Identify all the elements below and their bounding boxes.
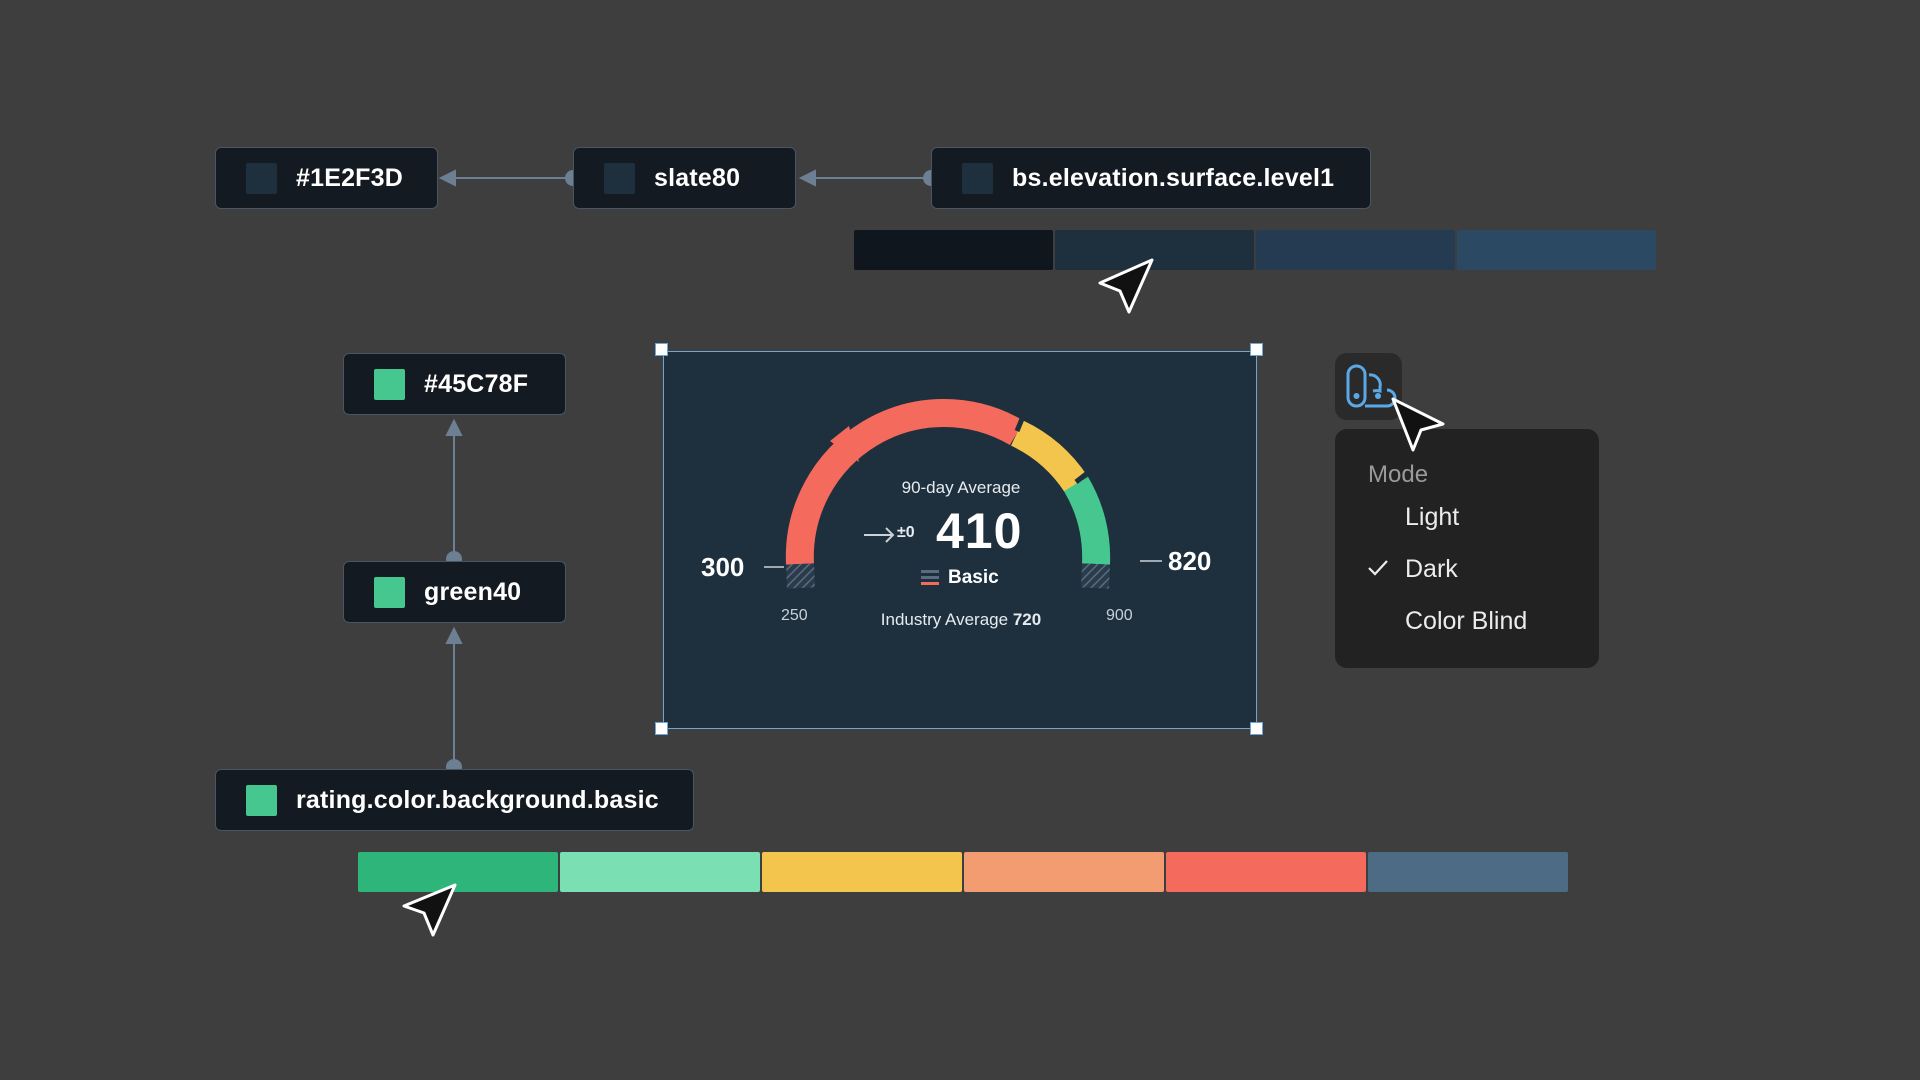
token-hex-green[interactable]: #45C78F [343,353,566,415]
ramp-swatch[interactable] [1457,230,1656,270]
gauge-low-tick: 250 [781,607,808,624]
mode-menu: Mode Light Dark Color Blind [1335,429,1599,668]
ramp-swatch[interactable] [560,852,760,892]
gauge-arc-hatch-left [786,563,815,589]
token-elevation[interactable]: bs.elevation.surface.level1 [931,147,1371,209]
check-icon [1368,560,1388,576]
menu-item-light[interactable]: Light [1405,503,1459,532]
gauge-label: 90-day Average [901,478,1021,497]
gauge-arc-green [1063,476,1111,565]
ramp-swatch[interactable] [1368,852,1568,892]
gauge-arc-hatch-right [1081,563,1110,589]
color-swatch [246,162,277,194]
color-swatch [246,784,277,816]
menu-item-color-blind[interactable]: Color Blind [1405,607,1527,636]
token-slate[interactable]: slate80 [573,147,796,209]
cursor-icon [1098,258,1154,314]
token-hex-dark[interactable]: #1E2F3D [215,147,438,209]
cursor-icon [402,883,457,937]
ramp-swatch[interactable] [1055,230,1254,270]
gauge-industry: Industry Average 720 [814,610,1108,630]
rating-basic-icon [921,570,939,585]
gauge-max: 820 [1168,546,1212,576]
gauge-high-tick: 900 [1106,607,1133,624]
token-green[interactable]: green40 [343,561,566,623]
resize-handle-tr[interactable] [1250,343,1263,356]
token-label: slate80 [654,163,741,192]
arrow-right-icon [864,527,895,543]
token-label: rating.color.background.basic [296,785,659,814]
industry-label: Industry Average [880,610,1009,629]
rating-color-ramp [358,852,1568,892]
color-swatch [604,162,635,194]
token-label: green40 [424,577,522,606]
ramp-swatch[interactable] [1166,852,1366,892]
gauge-arc-yellow [1010,420,1088,493]
gauge-card[interactable]: 90-day Average ±0 410 Basic Industry Ave… [663,351,1257,729]
cursor-icon [1391,397,1445,452]
ramp-swatch[interactable] [1256,230,1455,270]
token-label: #1E2F3D [296,163,404,192]
token-label: #45C78F [424,369,529,398]
token-label: bs.elevation.surface.level1 [1012,163,1335,192]
resize-handle-br[interactable] [1250,722,1263,735]
gauge-change: ±0 [897,524,915,541]
color-swatch [374,368,405,400]
elevation-color-ramp [854,230,1656,270]
ramp-swatch[interactable] [854,230,1053,270]
gauge-rating: Basic [948,567,999,588]
color-swatch [374,576,405,608]
menu-title: Mode [1368,461,1429,488]
resize-handle-tl[interactable] [655,343,668,356]
color-swatch [962,162,993,194]
resize-handle-bl[interactable] [655,722,668,735]
ramp-swatch[interactable] [964,852,1164,892]
menu-item-dark[interactable]: Dark [1405,555,1458,584]
token-rating[interactable]: rating.color.background.basic [215,769,694,831]
ramp-swatch[interactable] [762,852,962,892]
gauge-min: 300 [701,552,745,582]
gauge-score: 410 [936,503,1023,559]
industry-value: 720 [1012,610,1042,629]
